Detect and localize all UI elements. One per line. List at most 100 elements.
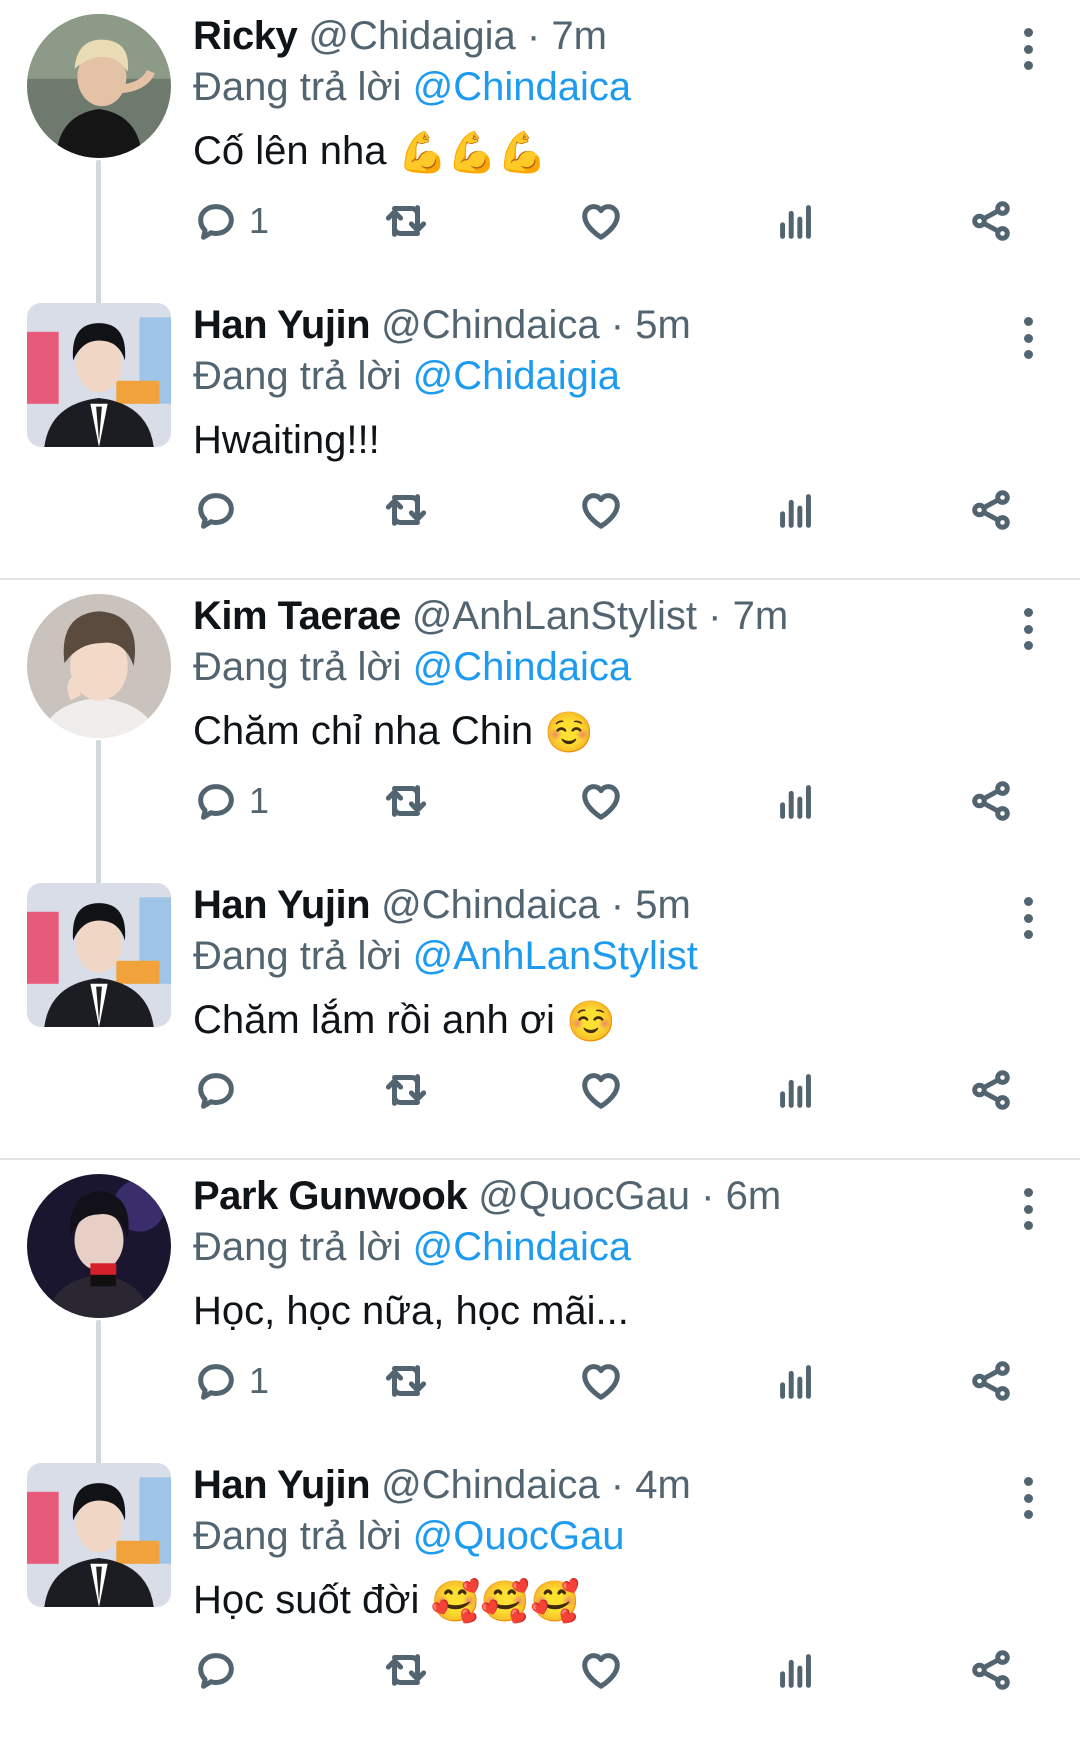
thread-connector-line — [96, 1320, 101, 1464]
views-button[interactable] — [773, 1642, 819, 1698]
more-options-icon[interactable] — [1010, 1473, 1046, 1523]
tweet[interactable]: Han Yujin @Chindaica · 4m Đang trả lời @… — [0, 1449, 1080, 1738]
thread-connector-line — [96, 740, 101, 884]
emoji: 💪💪💪 — [397, 131, 548, 176]
avatar[interactable] — [27, 1463, 171, 1607]
tweet-actions — [193, 1062, 1033, 1118]
display-name[interactable]: Kim Taerae — [193, 594, 401, 638]
reply-count: 1 — [249, 200, 270, 241]
mention-link[interactable]: @AnhLanStylist — [413, 934, 698, 978]
reply-button[interactable] — [193, 1062, 249, 1118]
display-name[interactable]: Han Yujin — [193, 1463, 371, 1507]
avatar[interactable] — [27, 883, 171, 1027]
mention-link[interactable]: @Chindaica — [413, 65, 632, 109]
timestamp[interactable]: 7m — [551, 14, 607, 58]
reply-count: 1 — [249, 1360, 270, 1401]
like-button[interactable] — [578, 193, 624, 249]
replying-to-label: Đang trả lời — [193, 645, 402, 689]
views-button[interactable] — [773, 1062, 819, 1118]
views-button[interactable] — [773, 193, 819, 249]
views-button[interactable] — [773, 1353, 819, 1409]
share-button[interactable] — [968, 1642, 1014, 1698]
mention-link[interactable]: @QuocGau — [413, 1514, 625, 1558]
separator-dot: · — [610, 303, 625, 347]
reply-button[interactable]: 1 — [193, 1353, 269, 1409]
more-options-icon[interactable] — [1010, 24, 1046, 74]
user-handle[interactable]: @Chindaica — [381, 883, 600, 927]
tweet-text: Hwaiting!!! — [193, 415, 990, 465]
retweet-button[interactable] — [383, 193, 429, 249]
tweet-content: Han Yujin @Chindaica · 5m Đang trả lời @… — [193, 299, 990, 465]
user-handle[interactable]: @QuocGau — [478, 1174, 690, 1218]
like-icon — [578, 778, 624, 824]
tweet-body: Cố lên nha — [193, 129, 387, 173]
timestamp[interactable]: 5m — [635, 303, 691, 347]
more-options-icon[interactable] — [1010, 313, 1046, 363]
emoji: ☺️ — [544, 711, 595, 756]
avatar[interactable] — [27, 14, 171, 158]
user-handle[interactable]: @Chindaica — [381, 303, 600, 347]
timestamp[interactable]: 6m — [726, 1174, 782, 1218]
timestamp[interactable]: 7m — [733, 594, 789, 638]
user-handle[interactable]: @Chidaigia — [308, 14, 515, 58]
display-name[interactable]: Ricky — [193, 14, 298, 58]
like-button[interactable] — [578, 1353, 624, 1409]
more-options-icon[interactable] — [1010, 1184, 1046, 1234]
like-button[interactable] — [578, 1062, 624, 1118]
like-icon — [578, 1647, 624, 1693]
retweet-button[interactable] — [383, 482, 429, 538]
like-icon — [578, 198, 624, 244]
avatar[interactable] — [27, 303, 171, 447]
tweet[interactable]: Ricky @Chidaigia · 7m Đang trả lời @Chin… — [0, 0, 1080, 304]
avatar[interactable] — [27, 1174, 171, 1318]
like-icon — [578, 1067, 624, 1113]
timestamp[interactable]: 5m — [635, 883, 691, 927]
tweet-body: Học, học nữa, học mãi... — [193, 1289, 629, 1333]
share-button[interactable] — [968, 482, 1014, 538]
like-button[interactable] — [578, 1642, 624, 1698]
tweet[interactable]: Kim Taerae @AnhLanStylist · 7m Đang trả … — [0, 580, 1080, 884]
like-button[interactable] — [578, 773, 624, 829]
more-options-icon[interactable] — [1010, 604, 1046, 654]
mention-link[interactable]: @Chidaigia — [413, 354, 620, 398]
share-button[interactable] — [968, 193, 1014, 249]
share-button[interactable] — [968, 1353, 1014, 1409]
share-button[interactable] — [968, 773, 1014, 829]
tweet[interactable]: Park Gunwook @QuocGau · 6m Đang trả lời … — [0, 1160, 1080, 1464]
retweet-button[interactable] — [383, 1353, 429, 1409]
replying-to: Đang trả lời @Chindaica — [193, 62, 990, 112]
reply-button[interactable] — [193, 1642, 249, 1698]
views-button[interactable] — [773, 482, 819, 538]
views-button[interactable] — [773, 773, 819, 829]
user-handle[interactable]: @AnhLanStylist — [412, 594, 697, 638]
retweet-icon — [383, 778, 429, 824]
separator-dot: · — [610, 1463, 625, 1507]
avatar[interactable] — [27, 594, 171, 738]
retweet-button[interactable] — [383, 1062, 429, 1118]
retweet-button[interactable] — [383, 1642, 429, 1698]
like-button[interactable] — [578, 482, 624, 538]
tweet[interactable]: Han Yujin @Chindaica · 5m Đang trả lời @… — [0, 869, 1080, 1158]
more-options-icon[interactable] — [1010, 893, 1046, 943]
tweet-header: Park Gunwook @QuocGau · 6m — [193, 1170, 990, 1222]
tweet-text: Chăm lắm rồi anh ơi ☺️ — [193, 995, 990, 1047]
reply-icon — [193, 1358, 239, 1404]
timestamp[interactable]: 4m — [635, 1463, 691, 1507]
views-icon — [773, 1067, 819, 1113]
retweet-button[interactable] — [383, 773, 429, 829]
display-name[interactable]: Park Gunwook — [193, 1174, 468, 1218]
mention-link[interactable]: @Chindaica — [413, 1225, 632, 1269]
reply-button[interactable]: 1 — [193, 193, 269, 249]
separator-dot: · — [526, 14, 541, 58]
replying-to: Đang trả lời @AnhLanStylist — [193, 931, 990, 981]
replying-to-label: Đang trả lời — [193, 1225, 402, 1269]
reply-button[interactable] — [193, 482, 249, 538]
tweet[interactable]: Han Yujin @Chindaica · 5m Đang trả lời @… — [0, 289, 1080, 578]
display-name[interactable]: Han Yujin — [193, 883, 371, 927]
tweet-content: Han Yujin @Chindaica · 4m Đang trả lời @… — [193, 1459, 990, 1627]
share-button[interactable] — [968, 1062, 1014, 1118]
display-name[interactable]: Han Yujin — [193, 303, 371, 347]
mention-link[interactable]: @Chindaica — [413, 645, 632, 689]
reply-button[interactable]: 1 — [193, 773, 269, 829]
user-handle[interactable]: @Chindaica — [381, 1463, 600, 1507]
